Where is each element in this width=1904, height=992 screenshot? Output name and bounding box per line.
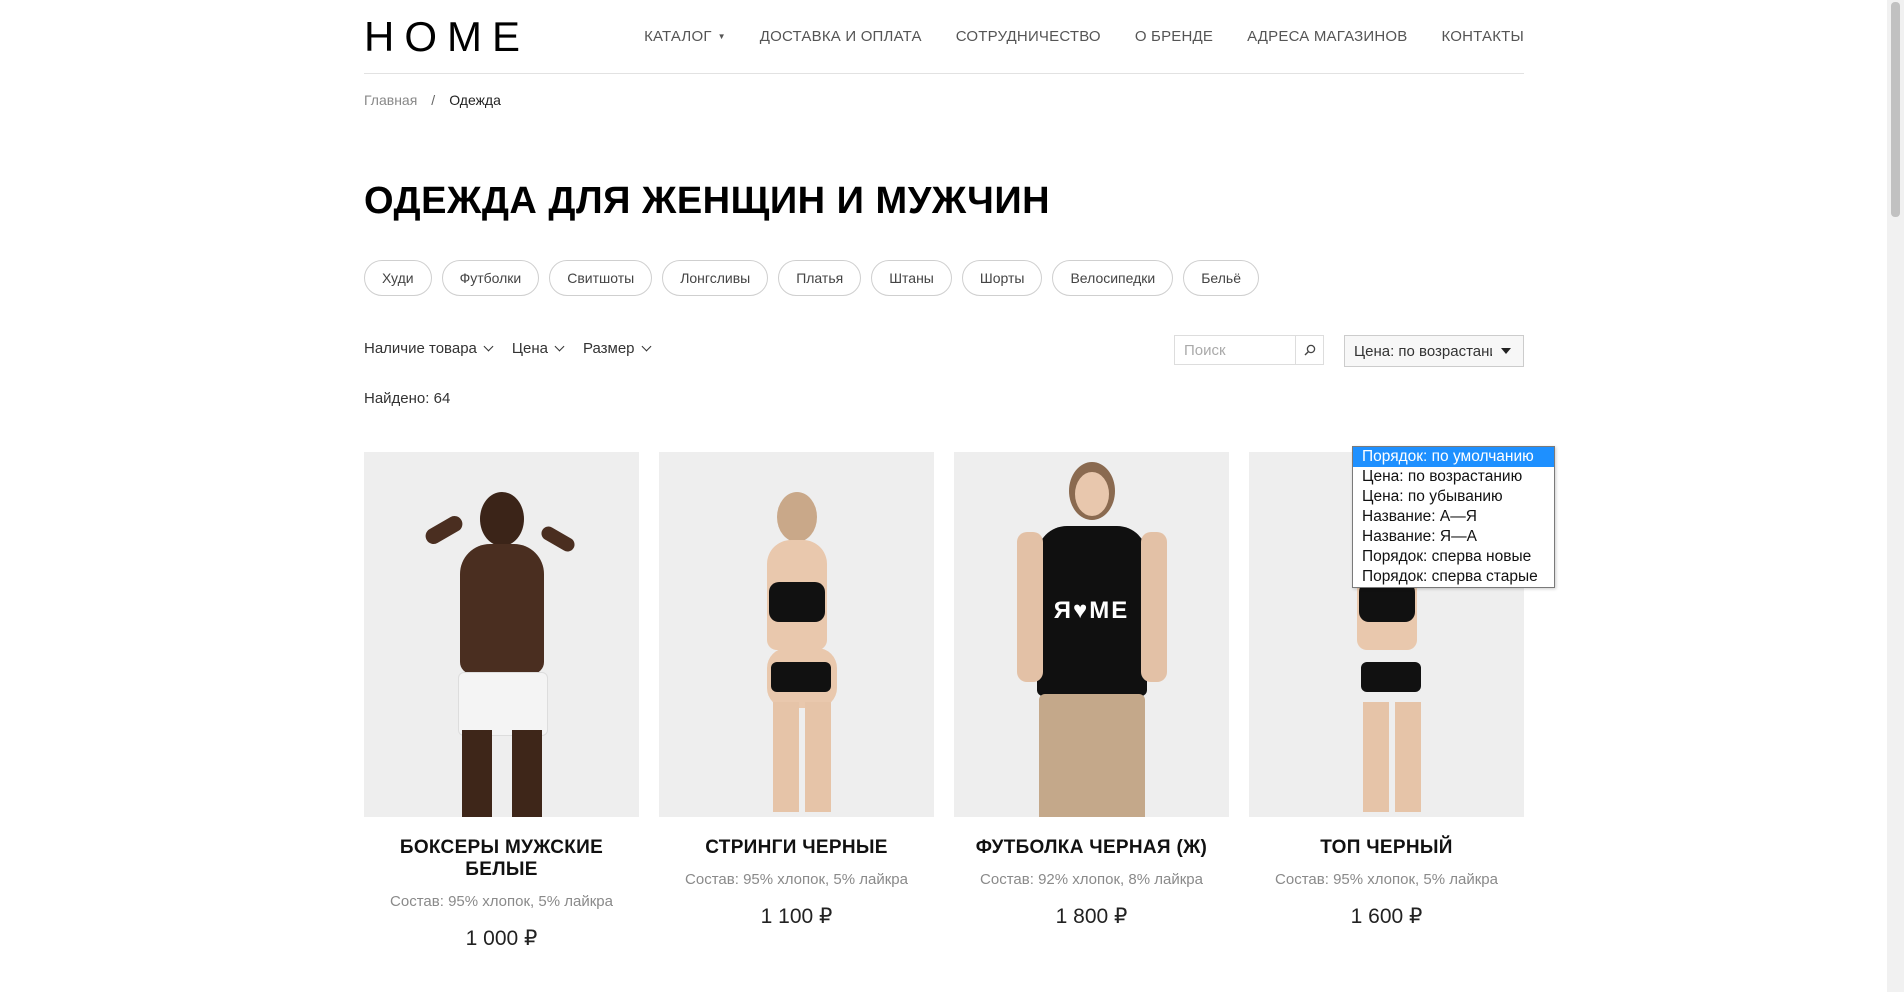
product-description: Состав: 95% хлопок, 5% лайкра — [1275, 871, 1498, 888]
sort-dropdown-list: Порядок: по умолчанию Цена: по возрастан… — [1352, 446, 1555, 588]
chip-sweatshirts[interactable]: Свитшоты — [549, 260, 653, 296]
nav-about[interactable]: О БРЕНДЕ — [1135, 28, 1213, 45]
chip-longsleeves[interactable]: Лонгсливы — [662, 260, 769, 296]
product-image[interactable] — [659, 452, 934, 817]
product-description: Состав: 92% хлопок, 8% лайкра — [980, 871, 1203, 888]
scrollbar-thumb[interactable] — [1891, 2, 1900, 217]
chip-pants[interactable]: Штаны — [871, 260, 952, 296]
product-card[interactable]: БОКСЕРЫ МУЖСКИЕ БЕЛЫЕ Состав: 95% хлопок… — [364, 452, 639, 951]
sort-option-name-az[interactable]: Название: А—Я — [1353, 507, 1554, 527]
search-box — [1174, 335, 1324, 365]
product-title[interactable]: ФУТБОЛКА ЧЕРНАЯ (Ж) — [954, 837, 1229, 859]
product-title[interactable]: СТРИНГИ ЧЕРНЫЕ — [659, 837, 934, 859]
breadcrumb-separator: / — [431, 92, 436, 108]
filter-bar: Наличие товара Цена Размер — [364, 340, 651, 357]
tshirt-print: Я♥МЕ — [1053, 597, 1130, 624]
chip-bike-shorts[interactable]: Велосипедки — [1052, 260, 1174, 296]
search-input[interactable] — [1175, 336, 1295, 364]
chevron-down-icon — [483, 341, 494, 352]
chip-underwear[interactable]: Бельё — [1183, 260, 1259, 296]
dropdown-arrow-icon — [1501, 348, 1511, 354]
model-figure — [422, 492, 577, 817]
model-figure — [737, 492, 857, 817]
product-description: Состав: 95% хлопок, 5% лайкра — [390, 893, 613, 910]
site-logo[interactable]: HOME — [364, 16, 530, 58]
sort-option-price-desc[interactable]: Цена: по убыванию — [1353, 487, 1554, 507]
filter-size[interactable]: Размер — [583, 340, 651, 357]
chip-tshirts[interactable]: Футболки — [441, 260, 540, 296]
product-description: Состав: 95% хлопок, 5% лайкра — [685, 871, 908, 888]
page-container: HOME КАТАЛОГ ▼ ДОСТАВКА И ОПЛАТА СОТРУДНИ… — [364, 0, 1524, 950]
chevron-down-icon — [641, 341, 651, 352]
product-image[interactable] — [364, 452, 639, 817]
nav-catalog[interactable]: КАТАЛОГ ▼ — [644, 28, 726, 45]
site-header: HOME КАТАЛОГ ▼ ДОСТАВКА И ОПЛАТА СОТРУДНИ… — [364, 0, 1524, 74]
nav-delivery[interactable]: ДОСТАВКА И ОПЛАТА — [760, 28, 922, 45]
breadcrumb-home[interactable]: Главная — [364, 92, 417, 108]
sort-option-name-za[interactable]: Название: Я—А — [1353, 527, 1554, 547]
search-icon — [1304, 344, 1315, 356]
product-card[interactable]: СТРИНГИ ЧЕРНЫЕ Состав: 95% хлопок, 5% ла… — [659, 452, 934, 951]
nav-contacts[interactable]: КОНТАКТЫ — [1441, 28, 1524, 45]
product-price: 1 800 ₽ — [1055, 905, 1128, 928]
results-count: Найдено: 64 — [364, 390, 451, 407]
sort-option-newest[interactable]: Порядок: сперва новые — [1353, 547, 1554, 567]
product-title[interactable]: БОКСЕРЫ МУЖСКИЕ БЕЛЫЕ — [364, 837, 639, 881]
chip-dresses[interactable]: Платья — [778, 260, 862, 296]
filter-price[interactable]: Цена — [512, 340, 565, 357]
product-grid: БОКСЕРЫ МУЖСКИЕ БЕЛЫЕ Состав: 95% хлопок… — [364, 452, 1524, 951]
sort-selected-value: Цена: по возрастанию — [1354, 342, 1492, 360]
caret-down-icon: ▼ — [717, 32, 726, 41]
sort-option-price-asc[interactable]: Цена: по возрастанию — [1353, 467, 1554, 487]
chevron-down-icon — [554, 341, 565, 352]
main-nav: КАТАЛОГ ▼ ДОСТАВКА И ОПЛАТА СОТРУДНИЧЕСТВ… — [644, 28, 1524, 45]
product-price: 1 000 ₽ — [465, 927, 538, 950]
chip-hoodies[interactable]: Худи — [364, 260, 432, 296]
breadcrumb-current: Одежда — [449, 92, 501, 108]
sort-option-default[interactable]: Порядок: по умолчанию — [1353, 447, 1554, 467]
chip-shorts[interactable]: Шорты — [961, 260, 1043, 296]
category-chips: Худи Футболки Свитшоты Лонгсливы Платья … — [364, 260, 1259, 296]
product-image[interactable]: Я♥МЕ — [954, 452, 1229, 817]
product-price: 1 600 ₽ — [1350, 905, 1423, 928]
filter-availability[interactable]: Наличие товара — [364, 340, 494, 357]
breadcrumb: Главная / Одежда — [364, 92, 501, 108]
search-button[interactable] — [1295, 336, 1323, 364]
sort-option-oldest[interactable]: Порядок: сперва старые — [1353, 567, 1554, 587]
product-card[interactable]: Я♥МЕ ФУТБОЛКА ЧЕРНАЯ (Ж) Состав: 92% хло… — [954, 452, 1229, 951]
nav-stores[interactable]: АДРЕСА МАГАЗИНОВ — [1247, 28, 1407, 45]
sort-select[interactable]: Цена: по возрастанию — [1344, 335, 1524, 367]
nav-cooperation[interactable]: СОТРУДНИЧЕСТВО — [956, 28, 1101, 45]
model-figure: Я♥МЕ — [1016, 462, 1167, 817]
page-title: ОДЕЖДА ДЛЯ ЖЕНЩИН И МУЖЧИН — [364, 180, 1051, 222]
product-title[interactable]: ТОП ЧЕРНЫЙ — [1249, 837, 1524, 859]
page-scrollbar[interactable] — [1887, 0, 1904, 992]
product-price: 1 100 ₽ — [760, 905, 833, 928]
